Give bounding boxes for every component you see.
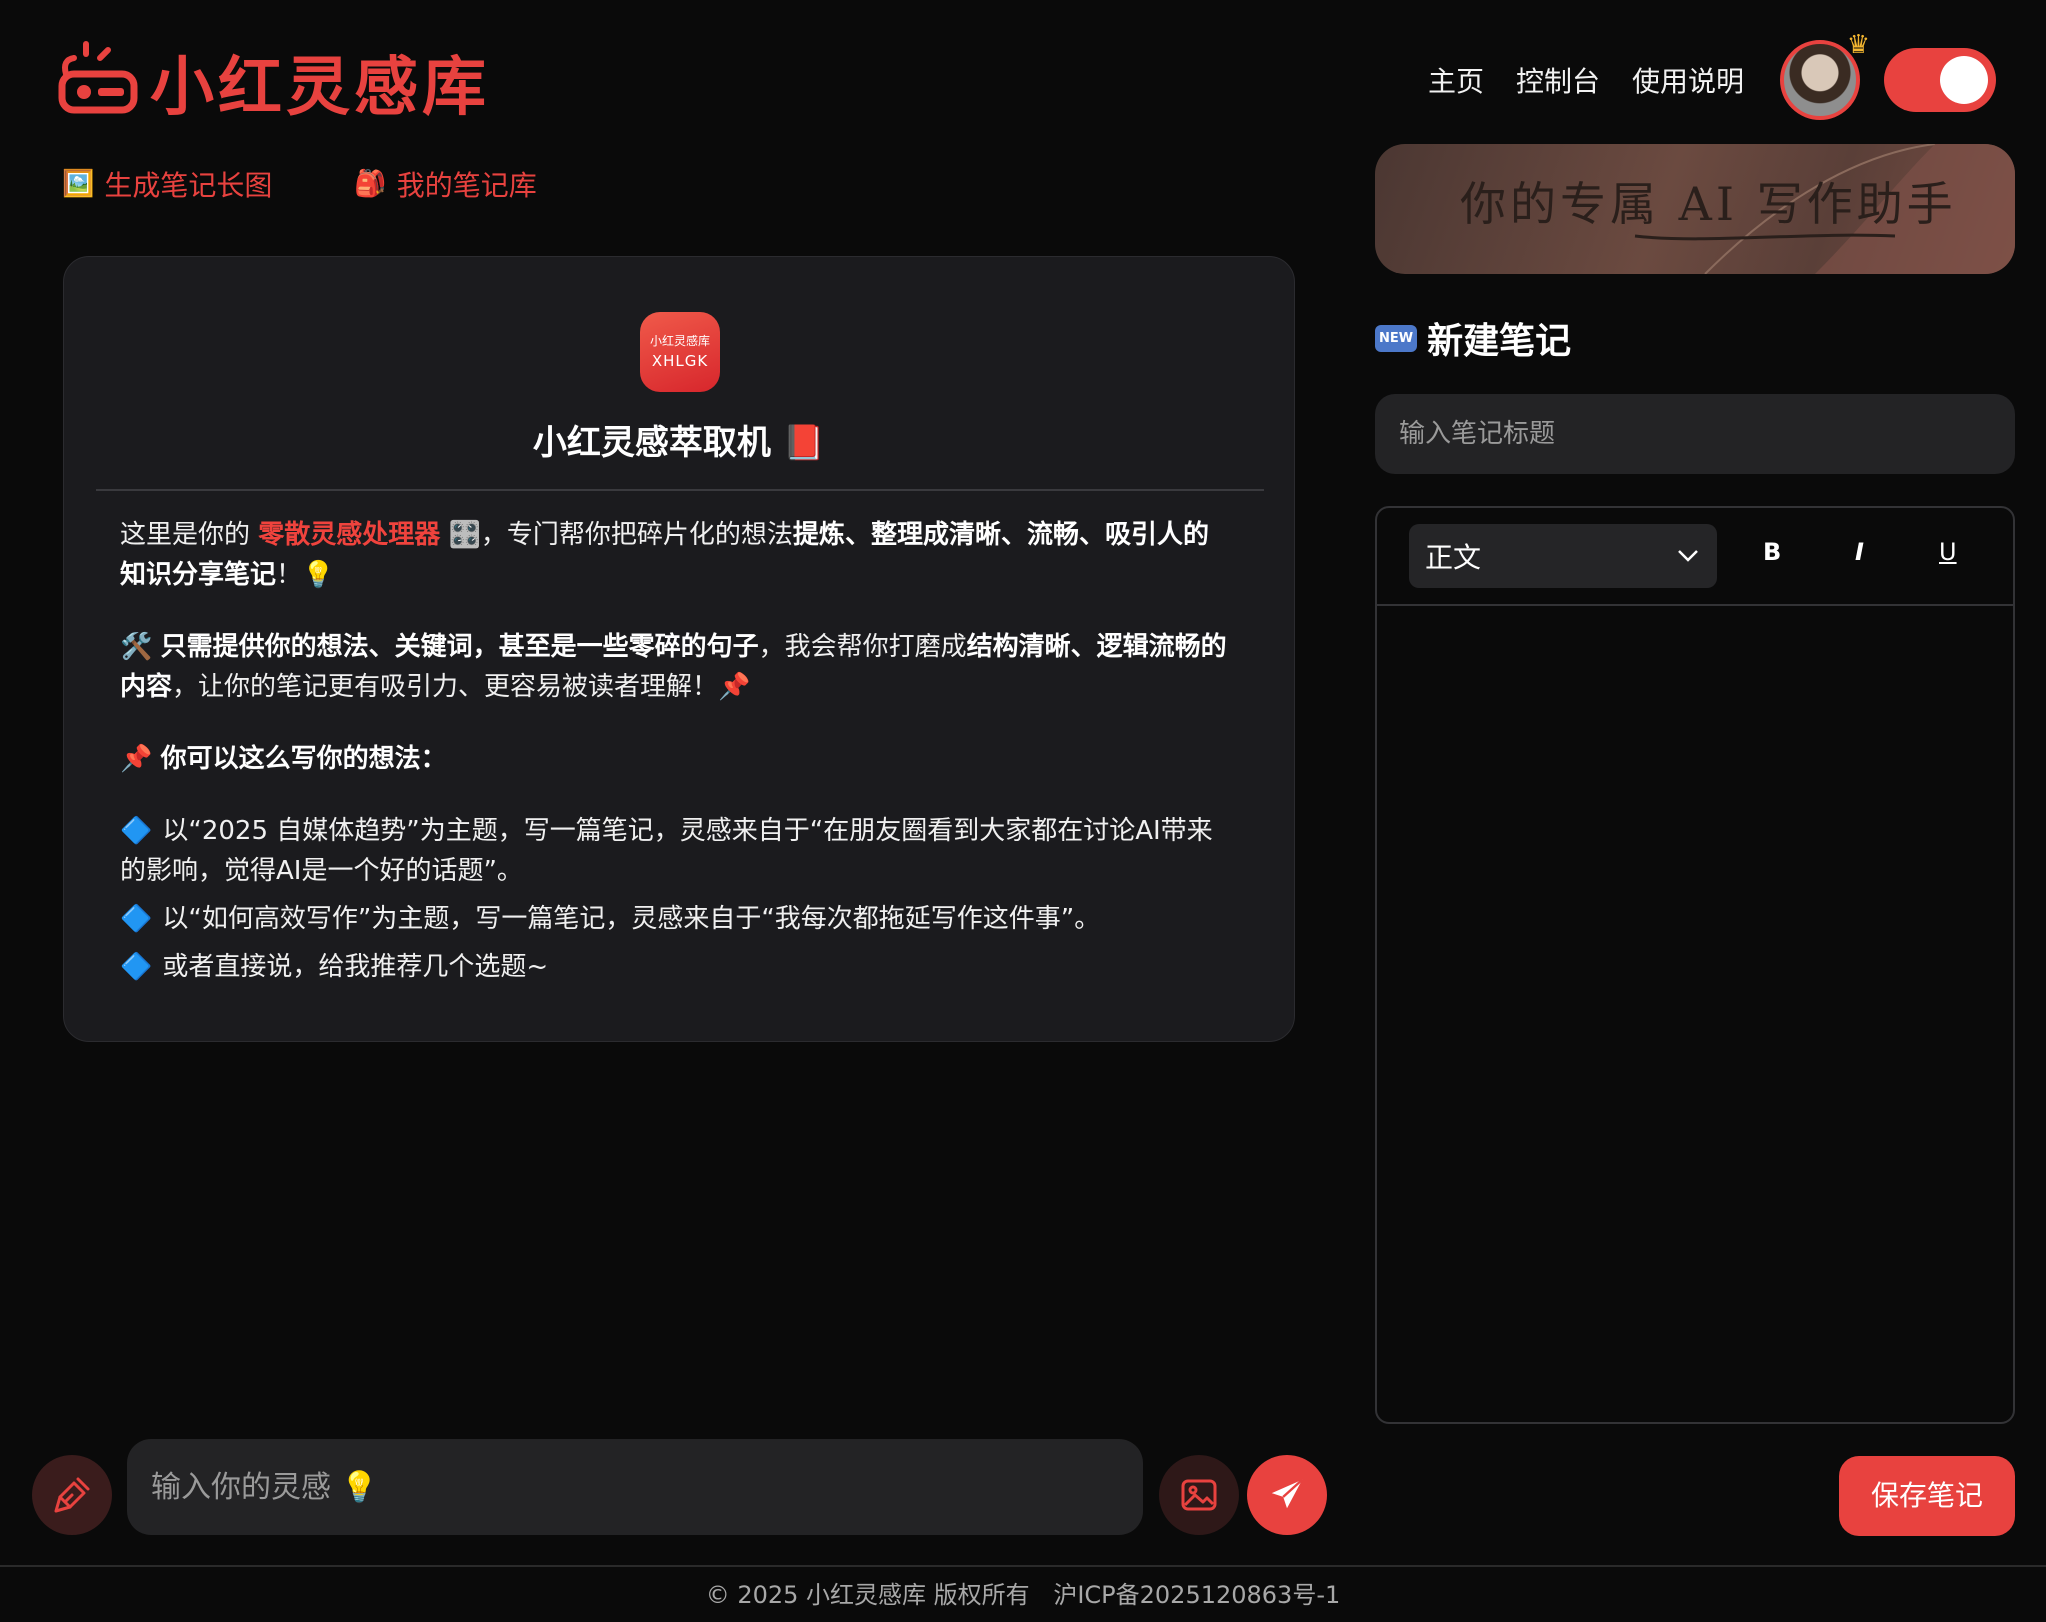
- inspiration-input[interactable]: [127, 1439, 1143, 1535]
- new-note-heading: NEW 新建笔记: [1375, 312, 1571, 364]
- list-item-text: 或者直接说，给我推荐几个选题~: [162, 952, 549, 982]
- card-body: 这里是你的 零散灵感处理器 🎛️，专门帮你把碎片化的想法提炼、整理成清晰、流畅、…: [120, 515, 1234, 995]
- diamond-icon: 🔷: [120, 816, 153, 846]
- chevron-down-icon: [1678, 550, 1698, 562]
- new-badge-icon: NEW: [1375, 324, 1418, 352]
- app-icon-abbr: XHLGK: [651, 352, 709, 370]
- text: ，我会帮你打磨成: [758, 632, 967, 662]
- subtabs: 🖼️ 生成笔记长图 🎒 我的笔记库: [62, 164, 537, 204]
- copyright-text: © 2025 小红灵感库 版权所有: [705, 1581, 1030, 1609]
- editor-content-area[interactable]: [1377, 606, 2013, 1420]
- intro-paragraph: 📌 你可以这么写你的想法：: [120, 739, 1234, 779]
- bold-text: 提炼: [792, 520, 845, 550]
- top-nav: 主页 控制台 使用说明 ♛: [1428, 30, 1996, 120]
- ai-assistant-banner: 你的专属 AI 写作助手: [1375, 144, 2015, 274]
- upload-image-button[interactable]: [1159, 1455, 1239, 1535]
- logo-mark-icon: [58, 41, 138, 114]
- card-title: 小红灵感萃取机 📕: [532, 423, 826, 463]
- list-item: 🔷 或者直接说，给我推荐几个选题~: [120, 947, 1234, 987]
- intro-paragraph: 这里是你的 零散灵感处理器 🎛️，专门帮你把碎片化的想法提炼、整理成清晰、流畅、…: [120, 515, 1234, 595]
- footer: © 2025 小红灵感库 版权所有 沪ICP备2025120863号-1: [0, 1575, 2046, 1610]
- logo-text: 小红灵感库: [150, 50, 490, 125]
- underline-button[interactable]: U: [1939, 538, 1957, 566]
- theme-toggle[interactable]: [1884, 48, 1996, 112]
- nav-home[interactable]: 主页: [1428, 60, 1484, 100]
- bold-text: 只需提供你的想法、关键词，甚至是一些零碎的句子: [160, 632, 759, 662]
- list-item: 🔷 以“2025 自媒体趋势”为主题，写一篇笔记，灵感来自于“在朋友圈看到大家都在…: [120, 811, 1234, 891]
- intro-card: 小红灵感库 XHLGK 小红灵感萃取机 📕 这里是你的 零散灵感处理器 🎛️，专…: [63, 256, 1295, 1042]
- picture-icon: 🖼️: [62, 169, 95, 199]
- pushpin-icon: 📌: [120, 744, 153, 774]
- tab-label: 生成笔记长图: [104, 169, 273, 202]
- diamond-icon: 🔷: [120, 904, 153, 934]
- text-format-select[interactable]: 正文: [1409, 524, 1717, 588]
- save-note-button[interactable]: 保存笔记: [1839, 1456, 2015, 1536]
- bold-text: 你可以这么写你的想法：: [160, 744, 447, 774]
- app-logo[interactable]: 小红灵感库: [56, 36, 490, 128]
- note-title-input[interactable]: [1375, 394, 2015, 474]
- backpack-icon: 🎒: [354, 169, 387, 199]
- text: 🎛️，专门帮你把碎片化的想法: [440, 520, 793, 550]
- highlight-text: 零散灵感处理器: [258, 520, 441, 550]
- app-icon: 小红灵感库 XHLGK: [640, 312, 720, 392]
- text: ，让你的笔记更有吸引力、更容易被读者理解！📌: [172, 672, 751, 702]
- send-icon: [1271, 1478, 1303, 1509]
- text: 、: [844, 520, 871, 550]
- list-item-text: 以“如何高效写作”为主题，写一篇笔记，灵感来自于“我每次都拖延写作这件事”。: [162, 904, 1101, 934]
- toggle-knob: [1940, 56, 1988, 104]
- clear-button[interactable]: [32, 1455, 112, 1535]
- text: ！💡: [276, 560, 335, 590]
- tab-generate-long-image[interactable]: 🖼️ 生成笔记长图: [62, 164, 272, 204]
- list-item-text: 以“2025 自媒体趋势”为主题，写一篇笔记，灵感来自于“在朋友圈看到大家都在讨…: [120, 816, 1213, 886]
- divider: [96, 489, 1264, 491]
- crown-icon: ♛: [1846, 30, 1870, 60]
- app-icon-text: 小红灵感库: [649, 334, 710, 348]
- tab-label: 我的笔记库: [396, 169, 537, 202]
- send-button[interactable]: [1247, 1455, 1327, 1535]
- list-item: 🔷 以“如何高效写作”为主题，写一篇笔记，灵感来自于“我每次都拖延写作这件事”。: [120, 899, 1234, 939]
- icp-link[interactable]: 沪ICP备2025120863号-1: [1053, 1581, 1340, 1609]
- tab-my-notes[interactable]: 🎒 我的笔记库: [354, 164, 536, 204]
- nav-guide[interactable]: 使用说明: [1632, 60, 1744, 100]
- note-editor: 正文 B I U: [1375, 506, 2015, 1424]
- new-note-title: 新建笔记: [1427, 321, 1572, 362]
- intro-paragraph: 🛠️ 只需提供你的想法、关键词，甚至是一些零碎的句子，我会帮你打磨成结构清晰、逻…: [120, 627, 1234, 707]
- diamond-icon: 🔷: [120, 952, 153, 982]
- image-icon: [1181, 1479, 1217, 1511]
- footer-divider: [0, 1565, 2046, 1567]
- banner-text: 你的专属 AI 写作助手: [1460, 177, 1957, 231]
- user-avatar[interactable]: ♛: [1780, 30, 1870, 120]
- nav-console[interactable]: 控制台: [1516, 60, 1600, 100]
- editor-toolbar: 正文 B I U: [1377, 508, 2013, 606]
- broom-icon: [54, 1477, 90, 1513]
- italic-button[interactable]: I: [1855, 538, 1864, 566]
- tools-icon: 🛠️: [120, 632, 153, 662]
- bold-button[interactable]: B: [1763, 538, 1781, 566]
- format-value: 正文: [1425, 541, 1482, 574]
- text: 这里是你的: [120, 520, 259, 550]
